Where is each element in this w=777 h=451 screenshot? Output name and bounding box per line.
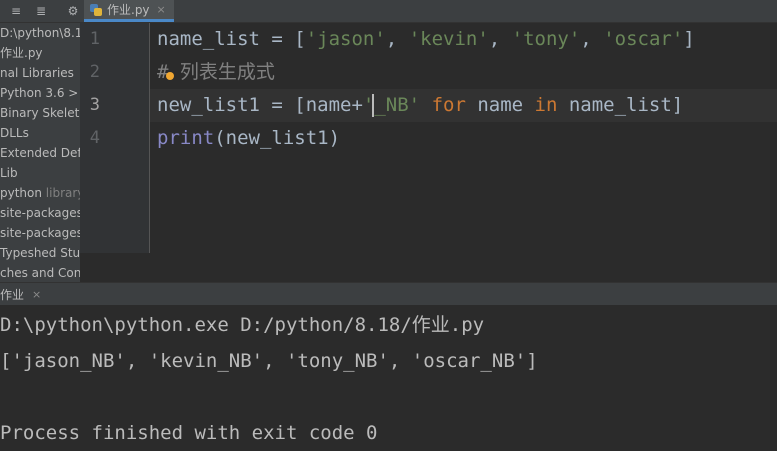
code-line-1[interactable]: name_list = ['jason', 'kevin', 'tony', '… — [157, 23, 695, 56]
console-line: D:\python\python.exe D:/python/8.18/作业.p… — [0, 314, 485, 336]
code-line-4[interactable]: print(new_list1) — [157, 122, 340, 155]
code-token: print — [157, 127, 215, 149]
line-number: 4 — [89, 128, 100, 148]
tree-item-label: site-packages — [0, 226, 80, 240]
code-token: for — [431, 94, 466, 116]
project-tree-item[interactable]: python library — [0, 183, 80, 203]
lightbulb-icon[interactable] — [166, 72, 174, 80]
close-icon[interactable]: × — [32, 288, 41, 301]
project-tree-item[interactable]: Binary Skeleto — [0, 103, 80, 123]
tree-item-label: nal Libraries — [0, 66, 74, 80]
tree-item-label: ches and Cons — [0, 266, 80, 280]
tree-item-label: Lib — [0, 166, 18, 180]
project-tree-item[interactable]: DLLs — [0, 123, 29, 143]
code-token: # 列表生成式 — [157, 61, 275, 83]
tree-item-label: 作业.py — [0, 46, 43, 60]
console-line: Process finished with exit code 0 — [0, 422, 378, 444]
run-tab[interactable]: 作业 × — [0, 283, 47, 305]
code-token: 'oscar' — [603, 28, 684, 50]
tree-item-label: Python 3.6 > D — [0, 86, 80, 100]
editor-tab-label: 作业.py — [107, 3, 150, 17]
code-token: name_list] — [557, 94, 684, 116]
expand-all-icon[interactable]: ≡ — [8, 3, 24, 19]
project-tree-item[interactable]: ches and Cons — [0, 263, 80, 282]
text-caret — [372, 94, 374, 117]
console-line: ['jason_NB', 'kevin_NB', 'tony_NB', 'osc… — [0, 350, 538, 372]
code-token: 'tony' — [511, 28, 581, 50]
run-panel-header: 作业 × — [0, 282, 777, 306]
code-token: name — [465, 94, 535, 116]
tree-item-label: Binary Skeleto — [0, 106, 80, 120]
code-token: , — [385, 28, 409, 50]
project-tree-item[interactable]: 作业.py — [0, 43, 43, 63]
run-console[interactable]: D:\python\python.exe D:/python/8.18/作业.p… — [0, 305, 777, 451]
code-line-2[interactable]: # 列表生成式 — [157, 56, 275, 89]
project-tree-item[interactable]: Lib — [0, 163, 18, 183]
code-token: name_list = [ — [157, 28, 306, 50]
editor-tab[interactable]: 作业.py × — [84, 0, 174, 22]
code-token: new_list1 = [name+ — [157, 94, 363, 116]
line-number: 1 — [89, 29, 100, 49]
collapse-all-icon[interactable]: ≣ — [33, 3, 49, 19]
project-tree-item[interactable]: D:\python\8.18 — [0, 23, 80, 43]
project-tree-item[interactable]: Python 3.6 > D — [0, 83, 80, 103]
python-file-icon — [90, 3, 102, 16]
tree-item-label: D:\python\8.18 — [0, 26, 80, 40]
tree-item-label: Extended Defi — [0, 146, 80, 160]
editor-tabbar: 作业.py × — [80, 0, 777, 23]
code-editor[interactable]: name_list = ['jason', 'kevin', 'tony', '… — [150, 23, 777, 253]
project-tree-item[interactable]: Extended Defi — [0, 143, 80, 163]
tree-item-label: site-packages — [0, 206, 80, 220]
tree-item-label: DLLs — [0, 126, 29, 140]
project-panel: ≡ ≣ ⚙ D:\python\8.18 作业.py nal Libraries Py… — [0, 0, 80, 282]
line-number: 2 — [89, 62, 100, 82]
code-token: 'jason' — [305, 28, 386, 50]
code-token: , — [488, 28, 512, 50]
project-toolbar: ≡ ≣ ⚙ — [0, 0, 80, 23]
run-tab-label: 作业 — [0, 287, 25, 302]
code-token: ] — [683, 28, 695, 50]
project-tree-item[interactable]: site-packages — [0, 203, 80, 223]
project-tree-item[interactable]: site-packages — [0, 223, 80, 243]
project-tree-item[interactable]: Typeshed Stub — [0, 243, 80, 263]
tree-item-label: python — [0, 186, 46, 200]
line-number: 3 — [89, 95, 100, 115]
close-icon[interactable]: × — [157, 3, 166, 16]
code-token: (new_list1) — [214, 127, 341, 149]
gear-icon[interactable]: ⚙ — [65, 3, 80, 19]
code-token: 'kevin' — [408, 28, 489, 50]
code-line-3[interactable]: new_list1 = [name+'_NB' for name in name… — [157, 89, 683, 122]
tree-item-label: Typeshed Stub — [0, 246, 80, 260]
code-token: , — [580, 28, 604, 50]
tree-item-hint: library — [45, 186, 80, 200]
line-number-gutter: 1 2 3 4 — [80, 23, 150, 253]
project-tree-item[interactable]: nal Libraries — [0, 63, 74, 83]
code-token: in — [534, 94, 558, 116]
editor-empty-area — [80, 253, 777, 282]
